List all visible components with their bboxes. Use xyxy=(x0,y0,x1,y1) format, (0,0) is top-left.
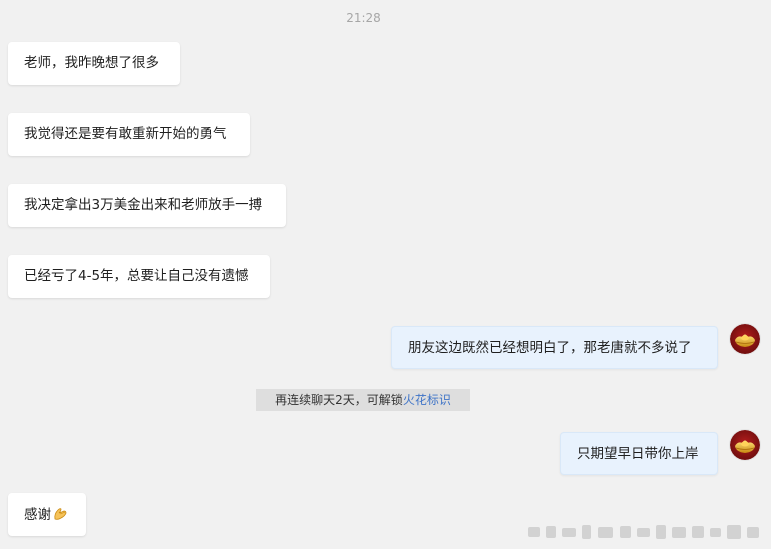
system-note-text: 再连续聊天2天，可解锁 xyxy=(275,393,403,407)
chat-window: 21:28 老师，我昨晚想了很多 我觉得还是要有敢重新开始的勇气 我决定拿出3万… xyxy=(0,0,771,549)
message-bubble-outgoing[interactable]: 朋友这边既然已经想明白了，那老唐就不多说了 xyxy=(391,326,718,369)
message-text: 只期望早日带你上岸 xyxy=(577,446,699,462)
gold-ingot-avatar-icon[interactable] xyxy=(730,324,760,354)
message-bubble-incoming[interactable]: 老师，我昨晚想了很多 xyxy=(8,42,180,85)
message-text: 朋友这边既然已经想明白了，那老唐就不多说了 xyxy=(408,340,692,356)
message-bubble-outgoing[interactable]: 只期望早日带你上岸 xyxy=(560,432,718,475)
blurred-watermark xyxy=(528,525,759,539)
spark-badge-link[interactable]: 火花标识 xyxy=(403,393,451,407)
message-text: 老师，我昨晚想了很多 xyxy=(24,55,159,71)
message-text: 感谢 xyxy=(24,507,51,523)
system-note: 再连续聊天2天，可解锁火花标识 xyxy=(256,389,470,411)
message-text: 我觉得还是要有敢重新开始的勇气 xyxy=(24,126,227,142)
message-bubble-incoming[interactable]: 我决定拿出3万美金出来和老师放手一搏 xyxy=(8,184,286,227)
message-bubble-incoming[interactable]: 已经亏了4-5年，总要让自己没有遗憾 xyxy=(8,255,270,298)
pray-hands-icon xyxy=(52,505,69,522)
message-bubble-incoming[interactable]: 我觉得还是要有敢重新开始的勇气 xyxy=(8,113,250,156)
message-bubble-incoming[interactable]: 感谢 xyxy=(8,493,86,536)
message-text: 已经亏了4-5年，总要让自己没有遗憾 xyxy=(24,268,249,284)
gold-ingot-avatar-icon[interactable] xyxy=(730,430,760,460)
message-text: 我决定拿出3万美金出来和老师放手一搏 xyxy=(24,197,263,213)
message-timestamp: 21:28 xyxy=(346,11,381,25)
